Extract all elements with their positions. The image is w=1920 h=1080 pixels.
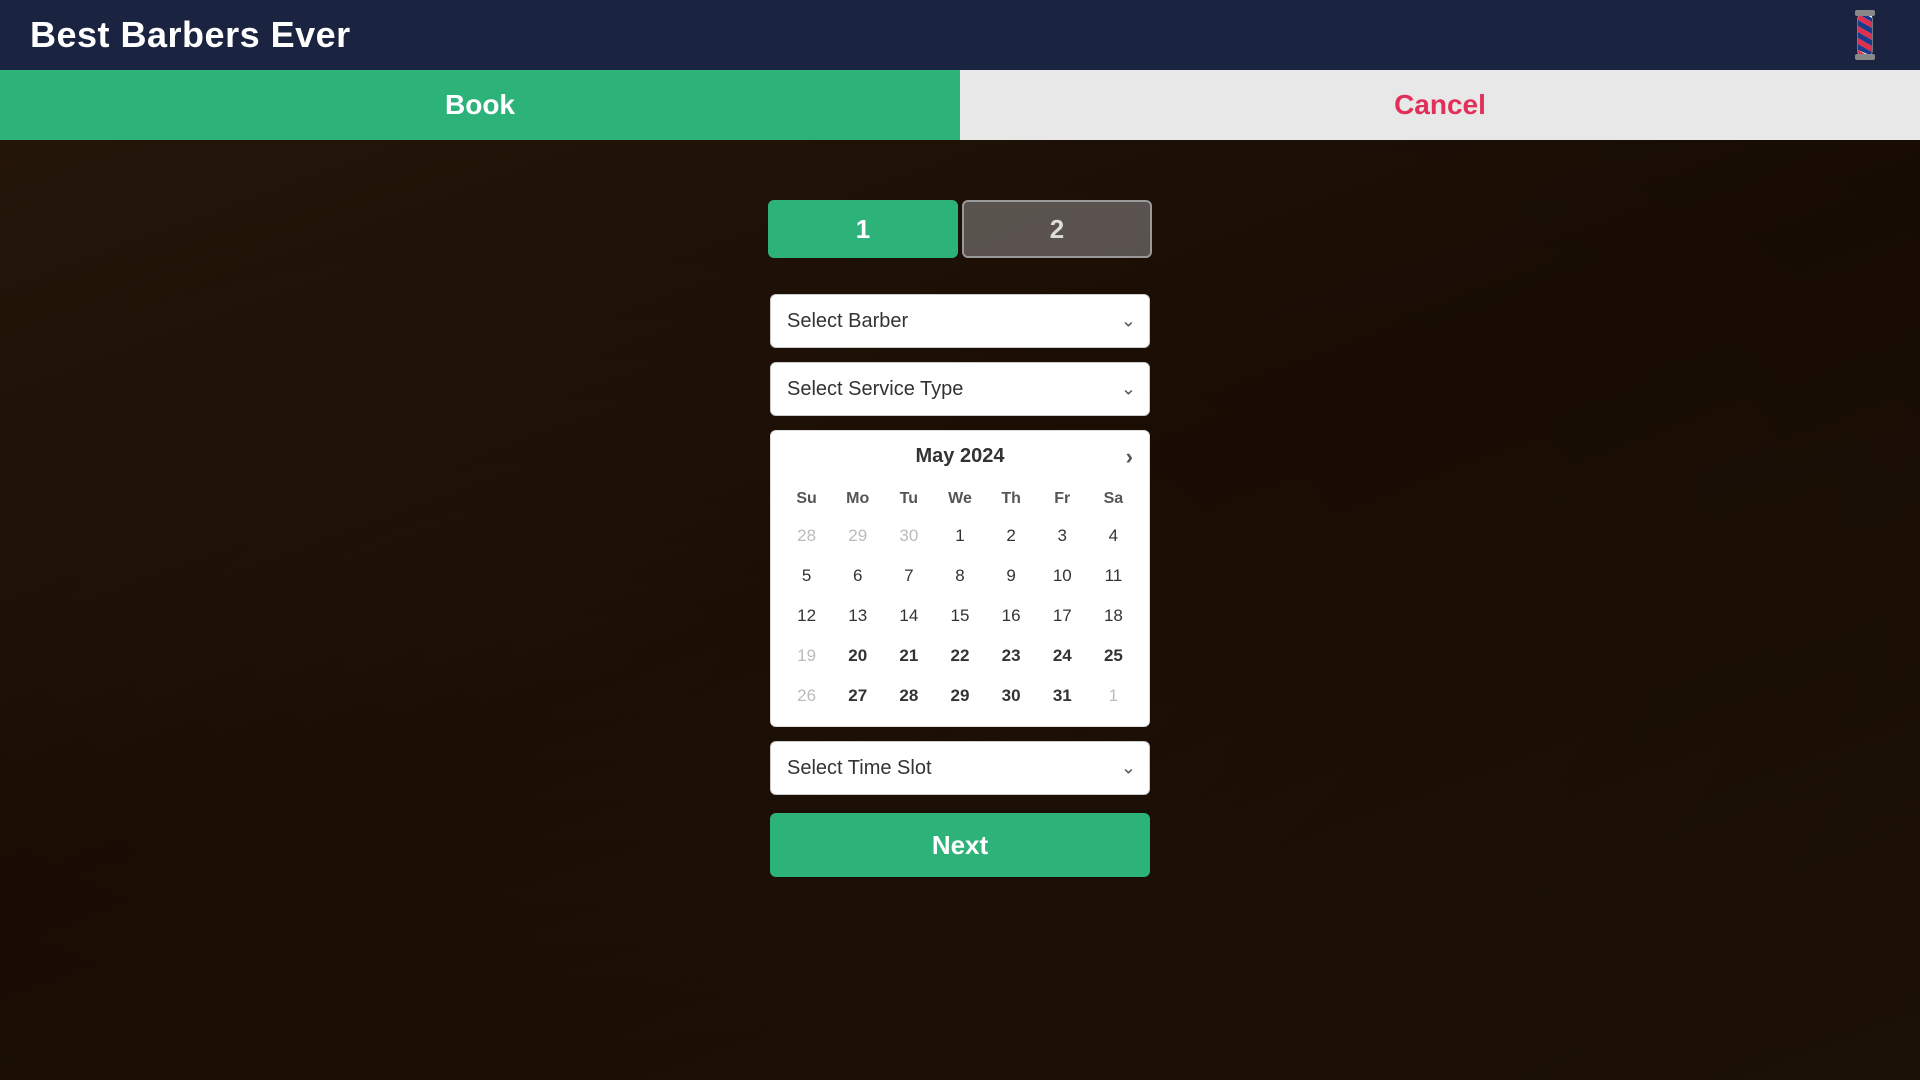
cal-day[interactable]: 20 [832,636,883,676]
cal-day[interactable]: 17 [1037,596,1088,636]
navbar: Best Barbers Ever [0,0,1920,70]
calendar-week-5: 26 27 28 29 30 31 1 [781,676,1139,716]
action-bar: Book Cancel [0,70,1920,140]
calendar: May 2024 › Su Mo Tu We Th Fr Sa 28 29 [770,430,1150,727]
cal-day[interactable]: 25 [1088,636,1139,676]
barber-dropdown-wrap: Select BarberBarber 1Barber 2Barber 3 ⌄ [770,294,1150,348]
cal-day[interactable]: 26 [781,676,832,716]
cal-day[interactable]: 13 [832,596,883,636]
step-indicators: 1 2 [768,200,1152,258]
weekday-mo: Mo [832,482,883,516]
cal-day[interactable]: 31 [1037,676,1088,716]
cal-day[interactable]: 6 [832,556,883,596]
cal-day[interactable]: 30 [883,516,934,556]
next-button[interactable]: Next [770,813,1150,877]
calendar-month-year: May 2024 [916,445,1005,468]
calendar-week-2: 5 6 7 8 9 10 11 [781,556,1139,596]
weekday-tu: Tu [883,482,934,516]
weekday-th: Th [986,482,1037,516]
cal-day[interactable]: 14 [883,596,934,636]
cal-day[interactable]: 11 [1088,556,1139,596]
cal-day[interactable]: 3 [1037,516,1088,556]
cal-day[interactable]: 28 [883,676,934,716]
calendar-week-4: 19 20 21 22 23 24 25 [781,636,1139,676]
cal-day[interactable]: 9 [986,556,1037,596]
service-select[interactable]: Select Service TypeHaircutShaveHaircut &… [770,362,1150,416]
cal-day[interactable]: 4 [1088,516,1139,556]
main-content: 1 2 Select BarberBarber 1Barber 2Barber … [0,140,1920,877]
cal-day[interactable]: 30 [986,676,1037,716]
cal-day[interactable]: 28 [781,516,832,556]
barber-select[interactable]: Select BarberBarber 1Barber 2Barber 3 [770,294,1150,348]
calendar-next-button[interactable]: › [1126,444,1133,470]
cal-day[interactable]: 29 [832,516,883,556]
cal-day[interactable]: 27 [832,676,883,716]
cancel-button[interactable]: Cancel [960,70,1920,140]
cal-day[interactable]: 12 [781,596,832,636]
calendar-header: May 2024 › [771,431,1149,482]
cal-day[interactable]: 24 [1037,636,1088,676]
cal-day[interactable]: 29 [934,676,985,716]
cal-day[interactable]: 1 [1088,676,1139,716]
cal-day[interactable]: 1 [934,516,985,556]
cal-day[interactable]: 18 [1088,596,1139,636]
cal-day[interactable]: 5 [781,556,832,596]
weekday-we: We [934,482,985,516]
cal-day[interactable]: 23 [986,636,1037,676]
cal-day[interactable]: 8 [934,556,985,596]
service-dropdown-wrap: Select Service TypeHaircutShaveHaircut &… [770,362,1150,416]
calendar-grid: Su Mo Tu We Th Fr Sa 28 29 30 1 2 3 4 [771,482,1149,726]
cal-day[interactable]: 21 [883,636,934,676]
booking-form: Select BarberBarber 1Barber 2Barber 3 ⌄ … [770,294,1150,877]
barber-pole-icon [1840,10,1890,60]
cal-day[interactable]: 22 [934,636,985,676]
timeslot-select[interactable]: Select Time Slot9:00 AM10:00 AM11:00 AM1… [770,741,1150,795]
weekday-fr: Fr [1037,482,1088,516]
step-1-button[interactable]: 1 [768,200,958,258]
cal-day[interactable]: 16 [986,596,1037,636]
step-2-button[interactable]: 2 [962,200,1152,258]
calendar-week-3: 12 13 14 15 16 17 18 [781,596,1139,636]
calendar-week-1: 28 29 30 1 2 3 4 [781,516,1139,556]
cal-day[interactable]: 2 [986,516,1037,556]
cal-day[interactable]: 7 [883,556,934,596]
book-button[interactable]: Book [0,70,960,140]
cal-day[interactable]: 15 [934,596,985,636]
cal-day[interactable]: 10 [1037,556,1088,596]
calendar-weekdays: Su Mo Tu We Th Fr Sa [781,482,1139,516]
app-title: Best Barbers Ever [30,14,351,56]
weekday-sa: Sa [1088,482,1139,516]
weekday-su: Su [781,482,832,516]
timeslot-dropdown-wrap: Select Time Slot9:00 AM10:00 AM11:00 AM1… [770,741,1150,795]
cal-day[interactable]: 19 [781,636,832,676]
